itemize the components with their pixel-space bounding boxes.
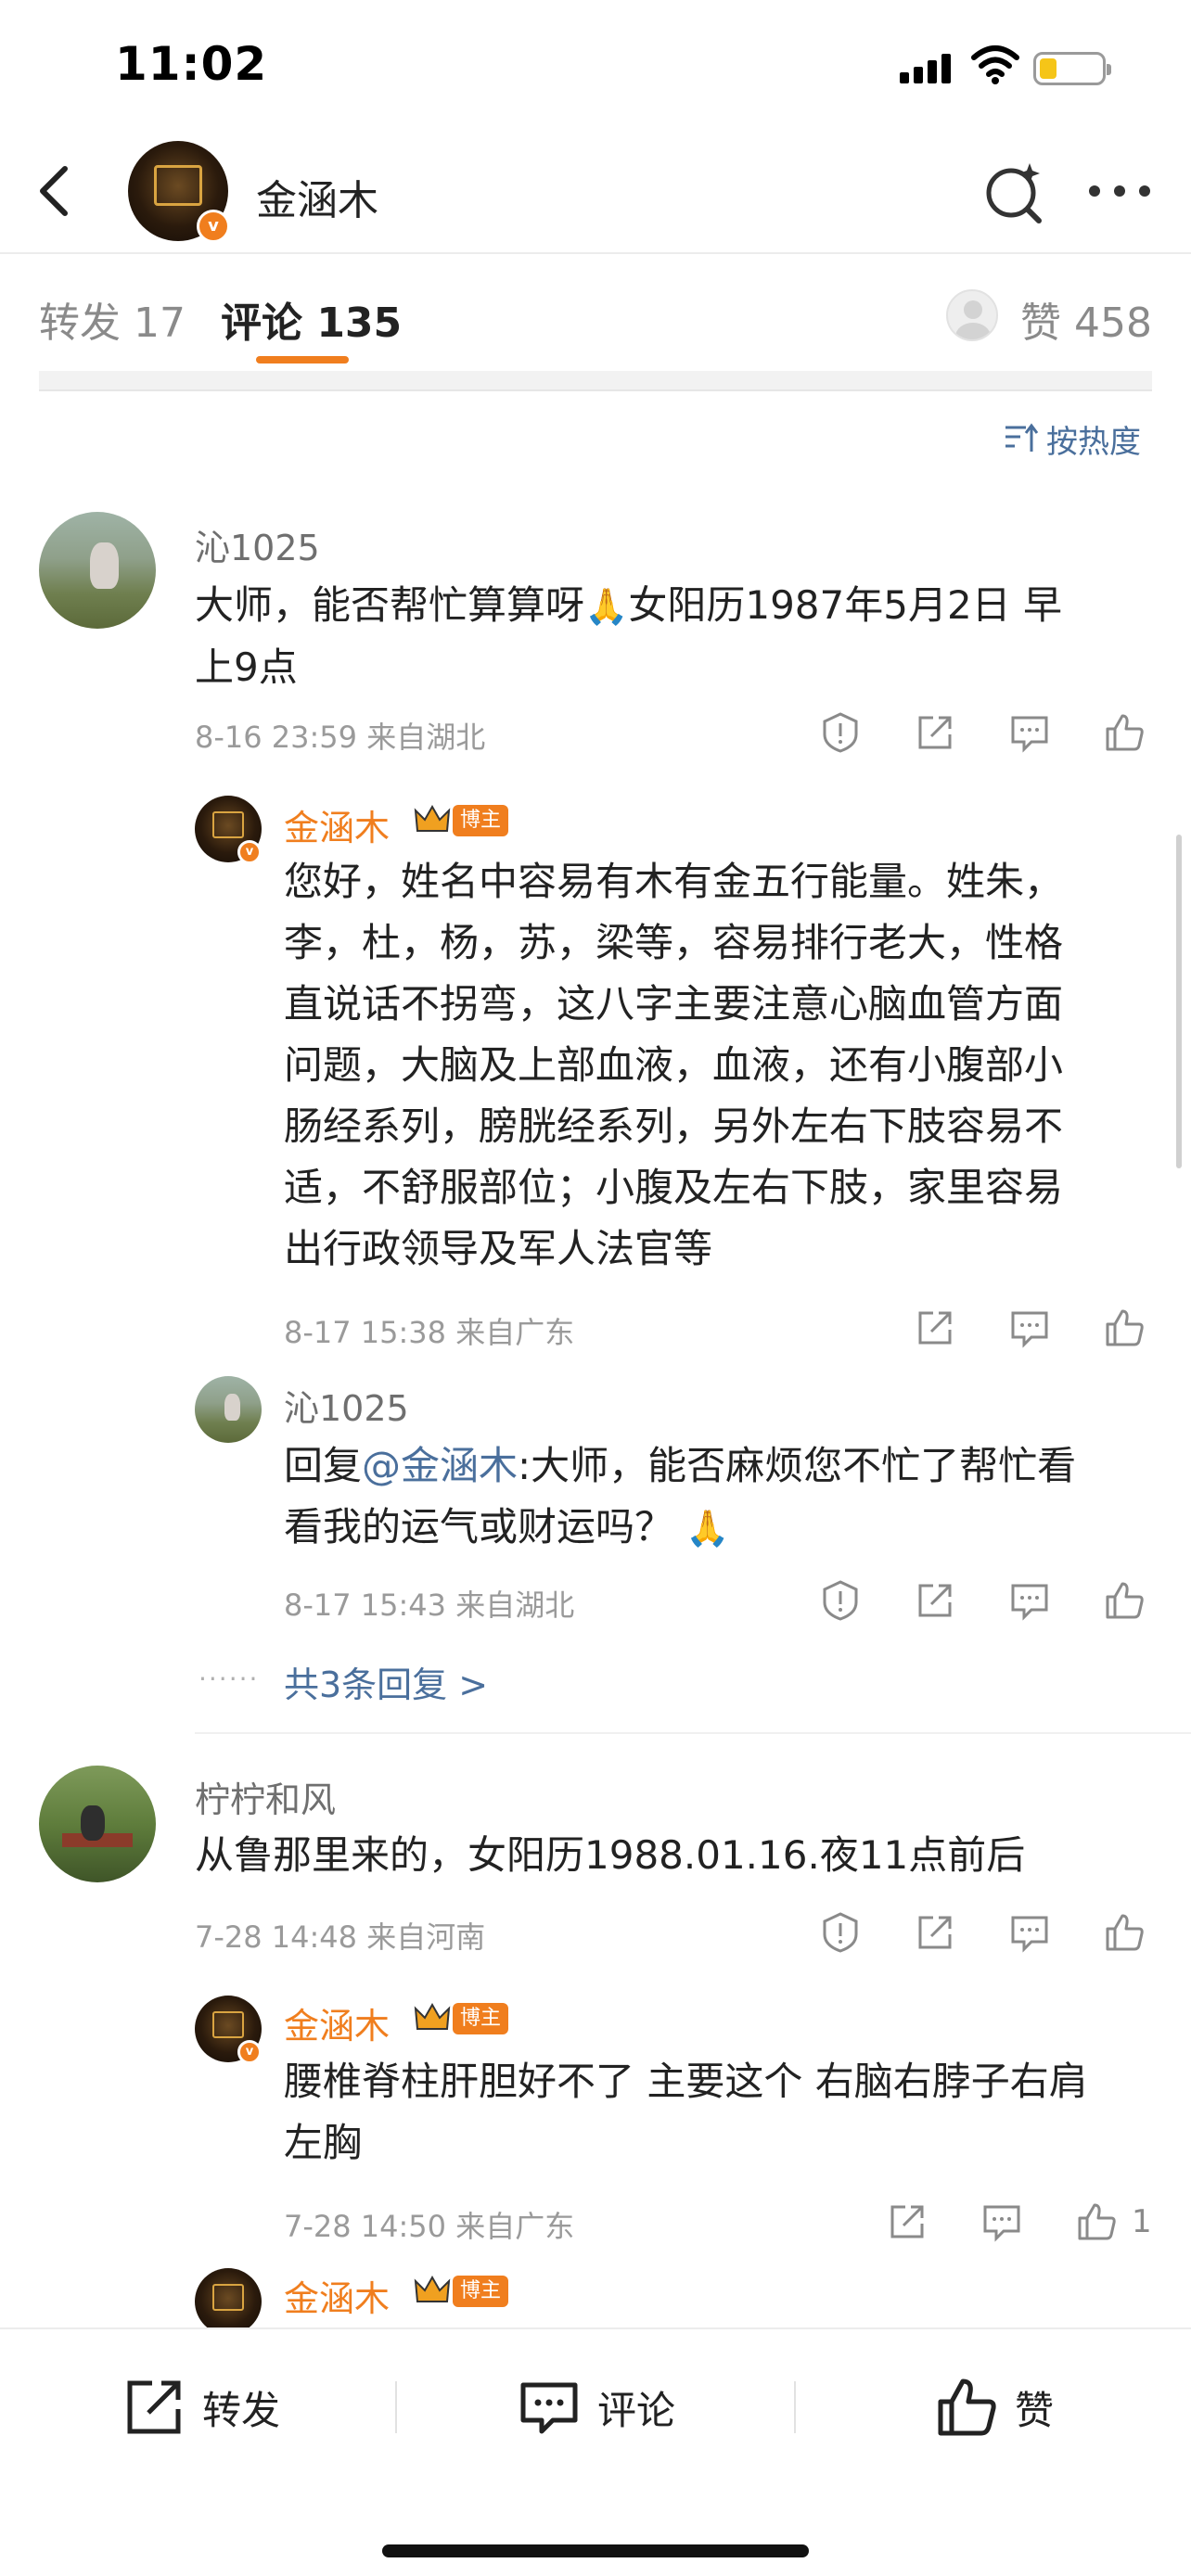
blogger-badge: 博主 [453, 2276, 509, 2307]
tab-active-indicator [256, 356, 349, 363]
divider [395, 2381, 397, 2433]
comment-label: 评论 [597, 2387, 676, 2433]
repost-label: 转发 [202, 2387, 281, 2433]
reply-meta: 8-17 15:38 来自广东 [284, 1315, 575, 1350]
tab-comments[interactable]: 评论 135 [221, 289, 402, 349]
battery-icon [1033, 52, 1111, 85]
reply-actions: 1 [885, 2200, 1154, 2246]
thumbs-up-icon[interactable] [1074, 2200, 1119, 2244]
nav-header: v 金涵木 [0, 130, 1191, 254]
mention-link[interactable]: @金涵木 [362, 1443, 518, 1488]
repost-button[interactable]: 转发 [121, 2370, 280, 2444]
more-dots-icon[interactable] [1087, 185, 1152, 198]
report-shield-icon[interactable] [818, 1578, 863, 1623]
reply-text: 回复@金涵木:大师，能否麻烦您不忙了帮忙看 看我的运气或财运吗？ 🙏 [284, 1443, 1077, 1549]
signal-icon [900, 54, 952, 83]
reply-author-name[interactable]: 金涵木 [284, 1997, 390, 2048]
verified-v-icon: v [237, 840, 262, 864]
comment-bubble-icon[interactable] [1007, 1306, 1052, 1350]
reply-text: 您好，姓名中容易有木有金五行能量。姓朱， 李，杜，杨，苏，梁等，容易排行老大，性… [284, 859, 1064, 1271]
crown-icon [414, 2002, 451, 2030]
thumbs-up-icon [938, 2378, 996, 2436]
wifi-icon [971, 45, 1019, 84]
share-out-icon[interactable] [913, 1910, 957, 1955]
share-out-icon [127, 2380, 181, 2434]
reply-author-name[interactable]: 金涵木 [284, 799, 390, 850]
reply-text: 腰椎脊柱肝胆好不了 主要这个 右脑右脖子右肩 左胸 [284, 2059, 1088, 2165]
more-replies-link[interactable]: 共3条回复 > [284, 1656, 488, 1707]
reply-avatar[interactable] [195, 1376, 262, 1443]
comment-actions [818, 710, 1152, 757]
commenter-avatar[interactable] [39, 512, 156, 629]
share-out-icon[interactable] [913, 710, 957, 755]
section-divider [39, 371, 1152, 391]
like-label: 赞 [1015, 2387, 1055, 2433]
comment-text: 大师，能否帮忙算算呀🙏女阳历1987年5月2日 早 上9点 [195, 582, 1063, 690]
tab-repost[interactable]: 转发 17 [39, 289, 186, 349]
reply-actions [818, 1578, 1152, 1625]
thumbs-up-icon[interactable] [1102, 1910, 1146, 1955]
chevron-left-icon[interactable] [28, 163, 83, 219]
page-title[interactable]: 金涵木 [256, 167, 378, 226]
reply-author-name[interactable]: 金涵木 [284, 2270, 390, 2321]
comment-bubble-icon [520, 2382, 578, 2434]
verified-v-icon: v [197, 210, 230, 243]
emoji-pray: 🙏 [685, 1508, 730, 1549]
share-out-icon[interactable] [885, 2200, 929, 2244]
comment-actions [818, 1910, 1152, 1957]
verified-v-icon: v [237, 2040, 262, 2064]
crown-icon [414, 2275, 451, 2302]
emoji-pray: 🙏 [584, 586, 629, 627]
reply-leader-dots: ······ [198, 1664, 260, 1694]
sort-label: 按热度 [1046, 423, 1141, 461]
reply-meta: 8-17 15:43 来自湖北 [284, 1588, 575, 1623]
commenter-avatar[interactable] [39, 1766, 156, 1882]
tab-bar: 转发 17 评论 135 赞 458 [0, 254, 1191, 371]
comment-bubble-icon[interactable] [980, 2200, 1024, 2244]
comment-text: 从鲁那里来的，女阳历1988.01.16.夜11点前后 [195, 1832, 1026, 1878]
crown-icon [414, 804, 451, 832]
bottom-action-bar: 转发 评论 赞 [0, 2327, 1191, 2576]
search-sparkle-icon[interactable] [981, 159, 1046, 224]
comment-meta: 8-16 23:59 来自湖北 [195, 720, 486, 755]
scrollbar[interactable] [1176, 835, 1182, 1168]
share-out-icon[interactable] [913, 1306, 957, 1350]
comment-button[interactable]: 评论 [516, 2370, 675, 2444]
blogger-badge: 博主 [453, 805, 509, 836]
reply-user-name[interactable]: 沁1025 [284, 1380, 409, 1431]
like-button[interactable]: 赞 [933, 2370, 1054, 2444]
thumbs-up-icon[interactable] [1102, 1306, 1146, 1350]
reply-meta: 7-28 14:50 来自广东 [284, 2209, 575, 2244]
commenter-name[interactable]: 沁1025 [195, 519, 320, 570]
divider [794, 2381, 796, 2433]
thumbs-up-icon[interactable] [1102, 1578, 1146, 1623]
reply-actions [913, 1306, 1152, 1352]
report-shield-icon[interactable] [818, 1910, 863, 1955]
status-bar: 11:02 [0, 0, 1191, 130]
share-out-icon[interactable] [913, 1578, 957, 1623]
comment-bubble-icon[interactable] [1007, 710, 1052, 755]
report-shield-icon[interactable] [818, 710, 863, 755]
thumbs-up-icon[interactable] [1102, 710, 1146, 755]
blogger-badge: 博主 [453, 2003, 509, 2034]
comment-divider [195, 1732, 1191, 1734]
comment-bubble-icon[interactable] [1007, 1910, 1052, 1955]
like-count: 1 [1132, 2203, 1152, 2240]
commenter-name[interactable]: 柠柠和风 [195, 1771, 336, 1822]
comment-meta: 7-28 14:48 来自河南 [195, 1919, 486, 1955]
author-avatar[interactable] [195, 2268, 262, 2335]
sort-icon [1005, 423, 1039, 452]
home-indicator [382, 2544, 809, 2557]
sort-button[interactable]: 按热度 [1002, 415, 1141, 462]
tab-likes[interactable]: 赞 458 [1020, 289, 1152, 349]
status-time: 11:02 [115, 37, 268, 91]
like-avatar [946, 289, 998, 341]
comment-bubble-icon[interactable] [1007, 1578, 1052, 1623]
